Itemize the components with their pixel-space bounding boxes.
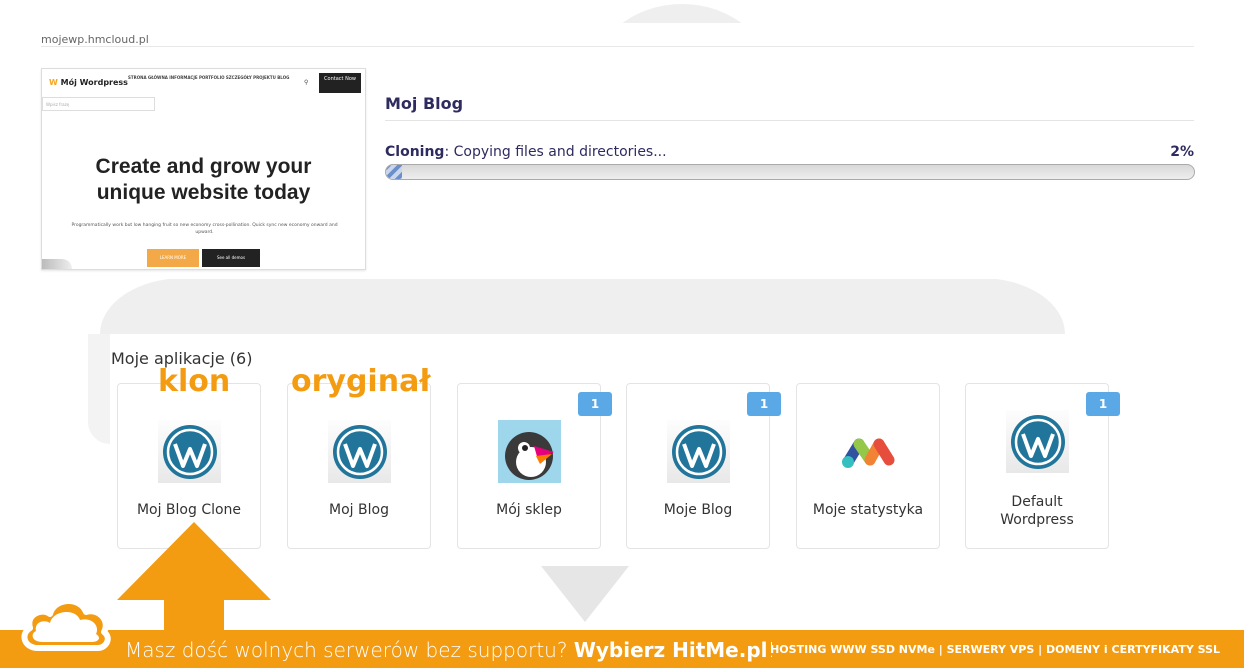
- app-label: Moje statystyka: [812, 502, 924, 518]
- app-card-default-wordpress[interactable]: 1 Default Wordpress: [965, 383, 1120, 549]
- divider: [385, 120, 1194, 121]
- prestashop-icon: [498, 420, 561, 483]
- thumbnail-learn-more-button: LEARN MORE: [147, 249, 199, 267]
- app-label: Moje Blog: [663, 502, 733, 518]
- wordpress-icon: [328, 420, 391, 483]
- background-arc-middle: [100, 278, 1065, 334]
- update-badge: 1: [747, 392, 781, 416]
- footer-slogan: Masz dość wolnych serwerów bez supportu?…: [125, 638, 776, 662]
- app-label: Mój sklep: [496, 502, 562, 518]
- wordpress-icon: [667, 420, 730, 483]
- app-card-moj-sklep[interactable]: 1 Mój sklep: [457, 383, 612, 549]
- background-triangle: [541, 566, 629, 622]
- app-label: Default Wordpress: [1000, 494, 1074, 528]
- wordpress-icon: [158, 420, 221, 483]
- matomo-icon: [837, 420, 900, 483]
- site-domain: mojewp.hmcloud.pl: [41, 33, 149, 46]
- app-card-moj-blog[interactable]: Moj Blog: [287, 383, 431, 549]
- thumbnail-search-input: Wpisz frazę: [42, 97, 155, 111]
- thumbnail-headline: Create and grow your unique website toda…: [95, 155, 312, 204]
- arrow-stem: [164, 598, 224, 630]
- app-card-moje-statystyka[interactable]: Moje statystyka: [796, 383, 940, 549]
- cloud-icon: [21, 598, 111, 651]
- app-label: Moj Blog Clone: [136, 502, 242, 518]
- thumbnail-decoration: [42, 259, 72, 269]
- annotation-klon: klon: [158, 364, 231, 399]
- thumbnail-contact-button: Contact Now: [319, 73, 361, 93]
- divider: [41, 46, 1194, 47]
- blog-title: Moj Blog: [385, 94, 464, 113]
- footer-services: HOSTING WWW SSD NVMe | SERWERY VPS | DOM…: [770, 643, 1220, 656]
- app-card-moje-blog[interactable]: 1 Moje Blog: [626, 383, 781, 549]
- progress-fill: [386, 165, 403, 179]
- thumbnail-demos-button: See all demos: [202, 249, 260, 267]
- clone-status: Cloning: Copying files and directories..…: [385, 144, 667, 160]
- clone-panel: mojewp.hmcloud.pl W Mój Wordpress STRONA…: [0, 23, 1201, 279]
- thumbnail-subtext: Programmatically work but low hanging fr…: [71, 223, 338, 235]
- clone-percent: 2%: [1170, 144, 1194, 160]
- search-icon: ⚲: [304, 79, 309, 86]
- logo-w-icon: W: [49, 78, 58, 87]
- clone-progress-bar: [385, 164, 1195, 180]
- thumbnail-menu: STRONA GŁÓWNA INFORMACJE PORTFOLIO SZCZE…: [128, 75, 290, 80]
- update-badge: 1: [1086, 392, 1120, 416]
- footer-banner[interactable]: Masz dość wolnych serwerów bez supportu?…: [0, 630, 1244, 668]
- thumbnail-logo: W Mój Wordpress: [49, 78, 128, 87]
- arrow-up-icon: [117, 522, 271, 600]
- wordpress-icon: [1006, 410, 1069, 473]
- thumbnail-navbar: W Mój Wordpress STRONA GŁÓWNA INFORMACJE…: [42, 69, 365, 96]
- update-badge: 1: [578, 392, 612, 416]
- app-label: Moj Blog: [329, 502, 389, 518]
- annotation-oryginal: oryginał: [291, 364, 431, 399]
- site-thumbnail[interactable]: W Mój Wordpress STRONA GŁÓWNA INFORMACJE…: [41, 68, 366, 270]
- background-curve-left: [88, 334, 110, 444]
